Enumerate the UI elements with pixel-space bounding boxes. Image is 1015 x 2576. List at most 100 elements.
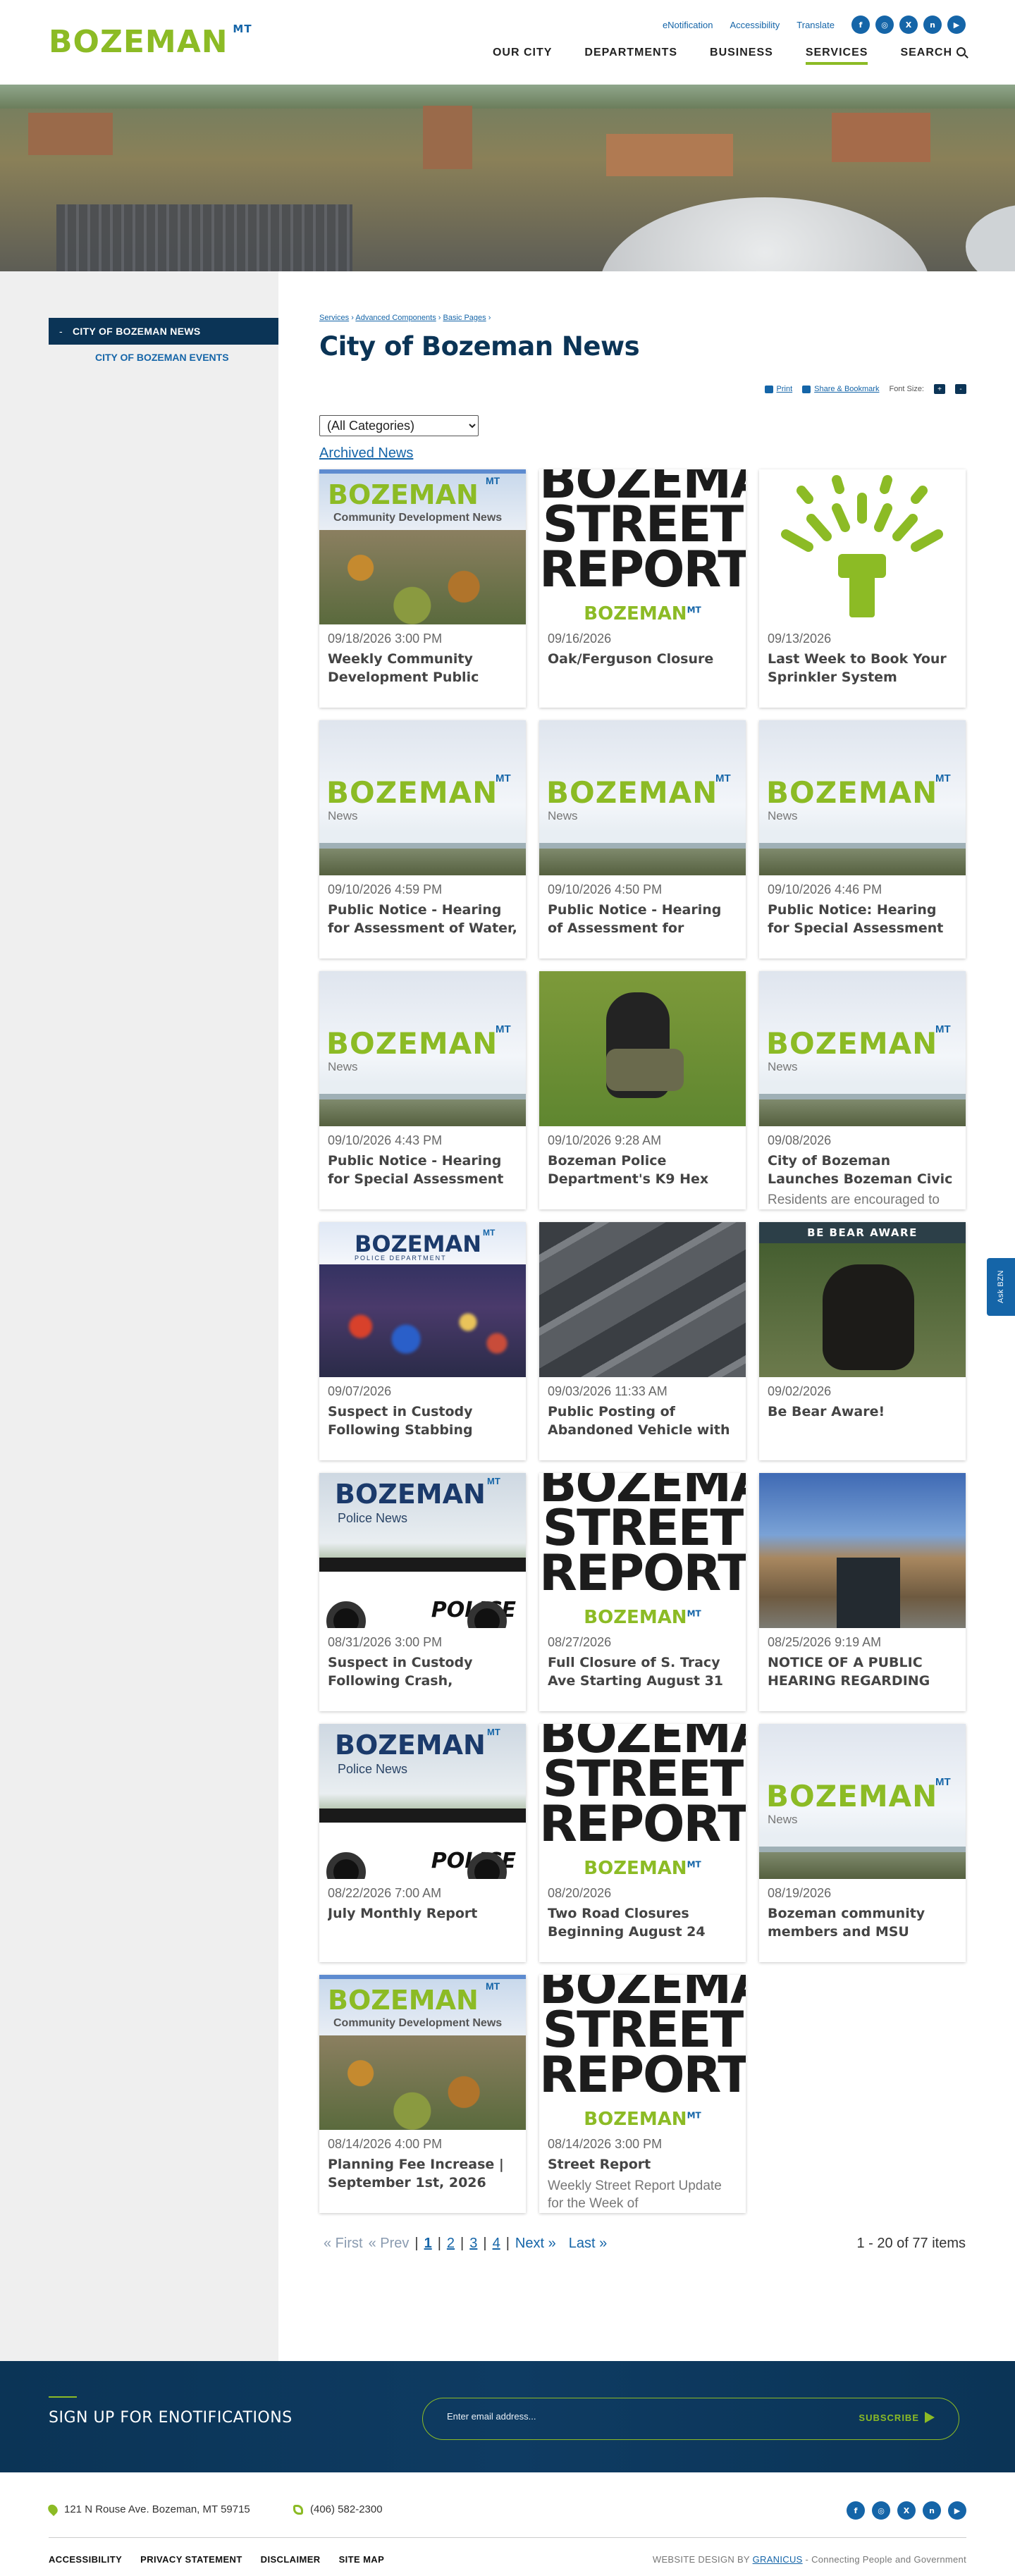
print-link[interactable]: Print — [764, 385, 792, 393]
news-card[interactable]: BOZEMANSTREETREPORTBOZEMANMT08/14/2026 3… — [539, 1975, 746, 2213]
pager-first[interactable]: « First — [324, 2236, 363, 2252]
news-card[interactable]: BOZEMAN MT Community Development News 09/18… — [319, 469, 526, 708]
ask-bzn-tab[interactable]: Ask BZN — [987, 1258, 1015, 1316]
category-select[interactable]: (All Categories) — [319, 415, 479, 436]
breadcrumb-advanced-components[interactable]: Advanced Components — [355, 314, 436, 322]
footer-link-accessibility[interactable]: ACCESSIBILITY — [49, 2554, 122, 2565]
instagram-icon[interactable]: ◎ — [875, 16, 894, 34]
news-card-thumbnail: BOZEMANSTREETREPORTBOZEMANMT — [539, 1473, 746, 1628]
news-card-thumbnail: BOZEMAN MT News — [319, 971, 526, 1126]
pager-separator: | — [483, 2236, 487, 2251]
news-card-title: Weekly Community Development Public — [328, 651, 479, 685]
thumb-ground — [759, 1099, 966, 1126]
news-card-date: 08/14/2026 4:00 PM — [328, 2137, 443, 2151]
news-card[interactable]: BOZEMAN MT News 09/10/2026 4:59 PM Public No… — [319, 720, 526, 959]
font-decrease-button[interactable]: - — [955, 384, 966, 394]
news-card[interactable]: 09/03/2026 11:33 AM Public Posting of Aba… — [539, 1222, 746, 1460]
pager-page-2[interactable]: 2 — [447, 2236, 455, 2252]
footer-phone[interactable]: (406) 582-2300 — [293, 2503, 383, 2515]
facebook-icon[interactable]: f — [851, 16, 870, 34]
accessibility-link[interactable]: Accessibility — [730, 20, 780, 30]
signup-field: SUBSCRIBE — [422, 2398, 959, 2440]
thumb-subtitle: News — [768, 1813, 798, 1826]
logo-text: BOZEMAN — [49, 24, 228, 60]
sidebar-item-label: CITY OF BOZEMAN NEWS — [72, 326, 201, 337]
thumb-dog-vest — [606, 1049, 684, 1091]
x-icon[interactable]: X — [899, 16, 918, 34]
thumb-logo-text: BOZEMAN — [326, 1026, 498, 1061]
news-card-title: Public Notice - Hearing of Assessment fo… — [548, 902, 722, 936]
news-card[interactable]: BE BEAR AWARE 09/02/2026 Be Bear Aware! — [759, 1222, 966, 1460]
facebook-icon[interactable]: f — [847, 2501, 865, 2520]
nav-our-city[interactable]: OUR CITY — [493, 47, 552, 65]
pager-last[interactable]: Last » — [569, 2236, 607, 2252]
news-card[interactable]: BOZEMAN MT News 09/10/2026 4:43 PM Public No… — [319, 971, 526, 1209]
footer-address-text: 121 N Rouse Ave. Bozeman, MT 59715 — [64, 2503, 250, 2515]
news-card[interactable]: 09/13/2026 Last Week to Book Your Sprinkl… — [759, 469, 966, 708]
granicus-link[interactable]: GRANICUS — [753, 2554, 803, 2565]
pager-page-3[interactable]: 3 — [469, 2236, 477, 2252]
pager-page-4[interactable]: 4 — [493, 2236, 500, 2252]
footer-link-disclaimer[interactable]: DISCLAIMER — [261, 2554, 321, 2565]
nextdoor-icon[interactable]: n — [923, 2501, 941, 2520]
news-card-date: 09/07/2026 — [328, 1384, 392, 1398]
news-card[interactable]: BOZEMAN MT News 09/08/2026 City of Bozeman L… — [759, 971, 966, 1209]
news-card[interactable]: BOZEMAN MT News 08/19/2026 Bozeman community… — [759, 1724, 966, 1962]
nav-services[interactable]: SERVICES — [805, 47, 868, 65]
font-increase-button[interactable]: + — [934, 384, 945, 394]
news-card-date: 09/18/2026 3:00 PM — [328, 631, 443, 646]
archived-news-link[interactable]: Archived News — [319, 445, 966, 462]
x-icon[interactable]: X — [897, 2501, 916, 2520]
news-card[interactable]: BOZEMANMTPolice NewsPOLICE08/31/2026 3:0… — [319, 1473, 526, 1711]
youtube-icon[interactable]: ▶ — [948, 2501, 966, 2520]
news-card[interactable]: BOZEMAN MT News 09/10/2026 4:46 PM Public No… — [759, 720, 966, 959]
news-card[interactable]: BOZEMANSTREETREPORTBOZEMANMT09/16/2026Oa… — [539, 469, 746, 708]
hero-sky — [0, 85, 1015, 109]
subscribe-button[interactable]: SUBSCRIBE — [859, 2412, 935, 2423]
news-card[interactable]: BOZEMANMTPolice NewsPOLICE08/22/2026 7:0… — [319, 1724, 526, 1962]
thumb-logo-suffix: MT — [715, 772, 731, 784]
news-card[interactable]: BOZEMANSTREETREPORTBOZEMANMT08/20/2026Tw… — [539, 1724, 746, 1962]
page-tools: Print Share & Bookmark Font Size: + - — [764, 384, 966, 394]
news-card[interactable]: BOZEMAN MT Community Development News 08/14… — [319, 1975, 526, 2213]
pager-separator: | — [414, 2236, 419, 2251]
footer-address[interactable]: 121 N Rouse Ave. Bozeman, MT 59715 — [46, 2502, 250, 2517]
sidebar-item-city-news[interactable]: - CITY OF BOZEMAN NEWS — [49, 318, 278, 345]
nextdoor-icon[interactable]: n — [923, 16, 942, 34]
thumb-logo-suffix: MT — [687, 1859, 701, 1870]
thumb-logo-suffix: MT — [687, 1608, 701, 1619]
enotification-link[interactable]: eNotification — [663, 20, 713, 30]
footer-link-privacy[interactable]: PRIVACY STATEMENT — [140, 2554, 242, 2565]
site-header: BOZEMAN MT eNotification Accessibility Tr… — [0, 0, 1015, 85]
pager-prev[interactable]: « Prev — [369, 2236, 410, 2252]
translate-link[interactable]: Translate — [796, 20, 835, 30]
breadcrumb-basic-pages[interactable]: Basic Pages — [443, 314, 486, 322]
news-card[interactable]: BOZEMANSTREETREPORTBOZEMANMT08/27/2026Fu… — [539, 1473, 746, 1711]
share-link[interactable]: Share & Bookmark — [802, 385, 879, 393]
sidebar-item-city-events[interactable]: CITY OF BOZEMAN EVENTS — [95, 352, 278, 363]
thumb-footer-text: BOZEMAN — [584, 1858, 687, 1879]
instagram-icon[interactable]: ◎ — [872, 2501, 890, 2520]
nav-business[interactable]: BUSINESS — [710, 47, 773, 65]
pager-separator: | — [460, 2236, 465, 2251]
pager-next[interactable]: Next » — [515, 2236, 556, 2252]
thumb-subtitle: News — [328, 1060, 358, 1073]
news-card[interactable]: BOZEMAN MT POLICE DEPARTMENT 09/07/2026 Susp… — [319, 1222, 526, 1460]
news-card-date: 08/31/2026 3:00 PM — [328, 1635, 443, 1649]
nav-search[interactable]: SEARCH — [900, 47, 966, 65]
signup-email-input[interactable] — [447, 2411, 799, 2422]
news-card-thumbnail: BOZEMAN MT Community Development News — [319, 469, 526, 624]
news-card[interactable]: BOZEMAN MT News 09/10/2026 4:50 PM Public No… — [539, 720, 746, 959]
youtube-icon[interactable]: ▶ — [947, 16, 966, 34]
thumb-word: REPORT — [539, 1544, 746, 1602]
pager-page-1[interactable]: 1 — [424, 2236, 432, 2252]
nav-departments[interactable]: DEPARTMENTS — [584, 47, 677, 65]
breadcrumb-services[interactable]: Services — [319, 314, 349, 322]
news-card[interactable]: 08/25/2026 9:19 AM NOTICE OF A PUBLIC HEA… — [759, 1473, 966, 1711]
footer-link-site-map[interactable]: SITE MAP — [339, 2554, 385, 2565]
news-card-date: 09/10/2026 4:50 PM — [548, 882, 663, 896]
news-card[interactable]: 09/10/2026 9:28 AM Bozeman Police Departm… — [539, 971, 746, 1209]
thumb-logo-suffix: MT — [687, 2110, 701, 2121]
news-card-date: 08/19/2026 — [768, 1886, 832, 1900]
site-logo[interactable]: BOZEMAN MT — [49, 24, 252, 60]
